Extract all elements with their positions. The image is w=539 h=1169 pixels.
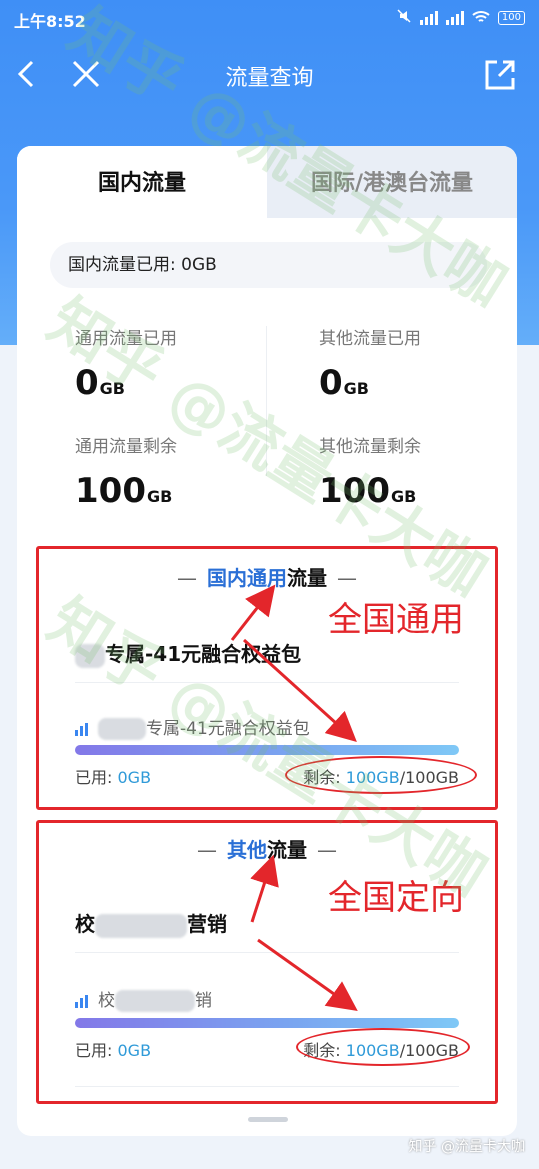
annotation-arrows	[230, 584, 358, 1011]
footer-watermark: 知乎 @流量卡大咖	[408, 1139, 525, 1155]
